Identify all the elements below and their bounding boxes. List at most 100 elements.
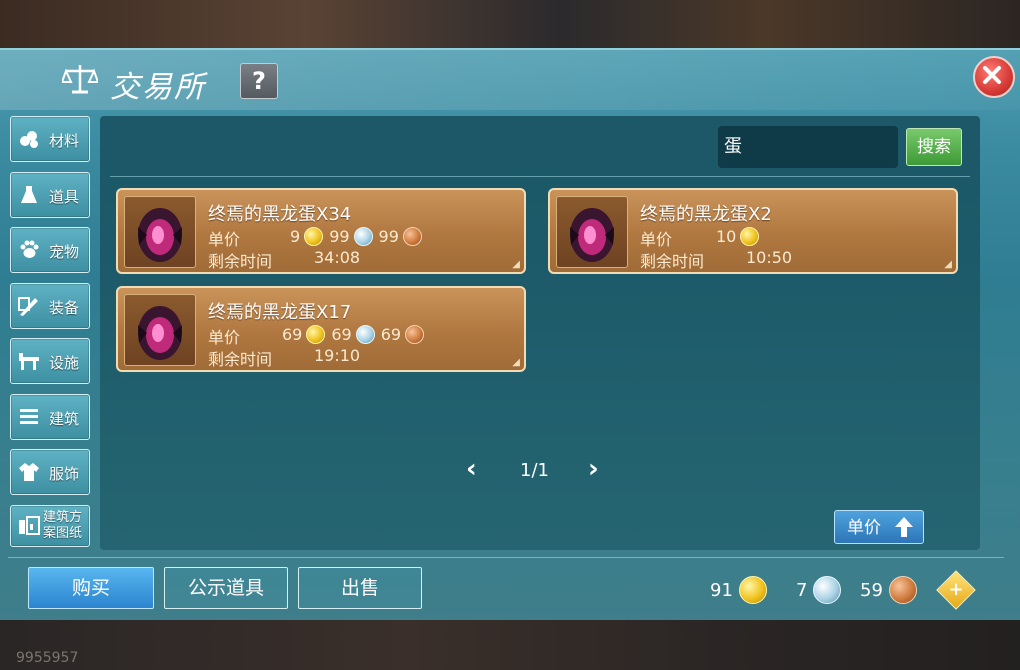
search-button[interactable]: 搜索 (906, 128, 962, 166)
help-button[interactable]: ? (240, 63, 278, 99)
sidebar-item-equipment[interactable]: 装备 (10, 283, 90, 329)
price-row: 9 99 99 (284, 226, 422, 246)
facility-icon (19, 353, 39, 370)
gold-amount: 69 (282, 324, 303, 344)
scale-icon (62, 65, 98, 94)
copper-amount: 69 (380, 324, 402, 344)
sidebar-item-label: 设施 (49, 354, 80, 372)
corner-mark-icon: ◢ (512, 357, 520, 368)
listing-card[interactable]: 终焉的黑龙蛋X34 单价 9 99 99 剩余时间 34:08 ◢ (116, 188, 526, 274)
gold-coin-icon (306, 324, 326, 344)
copper-balance: 59 (860, 576, 917, 604)
divider (110, 176, 970, 177)
window-title: 交易所 (110, 70, 206, 105)
sidebar-item-blueprint[interactable]: 建筑方案图纸 (10, 505, 90, 547)
plus-icon: + (948, 579, 964, 600)
time-remaining-value: 19:10 (314, 346, 361, 365)
building-icon (20, 409, 38, 424)
time-remaining-value: 34:08 (314, 248, 361, 267)
silver-balance: 7 (796, 576, 842, 604)
item-thumbnail (556, 196, 628, 268)
sort-label: 单价 (847, 518, 881, 538)
time-remaining-label: 剩余时间 (640, 252, 705, 271)
sidebar-item-label: 建筑方案图纸 (43, 510, 83, 541)
blueprint-icon (19, 516, 40, 535)
sidebar-item-label: 道具 (49, 188, 80, 206)
sort-by-unit-price-button[interactable]: 单价 (834, 510, 924, 544)
public-items-button[interactable]: 公示道具 (164, 567, 288, 609)
dragon-egg-icon (138, 306, 182, 360)
gold-balance: 91 (710, 576, 767, 604)
corner-mark-icon: ◢ (512, 259, 520, 270)
search-input[interactable]: 蛋 (718, 126, 898, 168)
listing-panel: 蛋 搜索 终焉的黑龙蛋X34 单价 9 99 99 剩余时间 34:08 ◢ 终… (100, 116, 980, 550)
sidebar-item-label: 服饰 (49, 465, 80, 483)
title-bar: 交易所 ? (0, 50, 1020, 110)
copper-coin-icon (402, 226, 422, 246)
listing-card[interactable]: 终焉的黑龙蛋X17 单价 69 69 69 剩余时间 19:10 ◢ (116, 286, 526, 372)
item-thumbnail (124, 196, 196, 268)
gold-coin-icon (738, 576, 767, 604)
material-icon (20, 131, 38, 148)
buy-button[interactable]: 购买 (28, 567, 154, 609)
sidebar-item-pet[interactable]: 宠物 (10, 227, 90, 273)
sell-button[interactable]: 出售 (298, 567, 422, 609)
corner-mark-icon: ◢ (944, 259, 952, 270)
sidebar-item-clothing[interactable]: 服饰 (10, 449, 90, 495)
sort-arrow-icon (895, 517, 913, 537)
sidebar-item-label: 装备 (49, 299, 80, 317)
sidebar-item-label: 材料 (49, 132, 80, 150)
item-name: 终焉的黑龙蛋X34 (208, 204, 352, 225)
silver-coin-icon (355, 324, 375, 344)
price-label: 单价 (208, 230, 241, 249)
dragon-egg-icon (570, 208, 614, 262)
silver-balance-value: 7 (796, 579, 808, 601)
item-thumbnail (124, 294, 196, 366)
item-name: 终焉的黑龙蛋X2 (640, 204, 772, 225)
close-icon (983, 66, 1001, 84)
silver-coin-icon (813, 576, 842, 604)
sidebar-item-label: 建筑 (49, 410, 80, 428)
dragon-egg-icon (138, 208, 182, 262)
sidebar-item-items[interactable]: 道具 (10, 172, 90, 218)
divider (8, 557, 1004, 558)
copper-coin-icon (888, 576, 917, 604)
background-scene-top (0, 0, 1020, 52)
price-label: 单价 (208, 328, 241, 347)
gold-amount: 10 (716, 226, 737, 246)
item-name: 终焉的黑龙蛋X17 (208, 302, 352, 323)
item-icon (21, 186, 37, 203)
sidebar-item-label: 宠物 (49, 243, 80, 261)
sidebar-item-building[interactable]: 建筑 (10, 394, 90, 440)
price-label: 单价 (640, 230, 673, 249)
copper-balance-value: 59 (860, 579, 883, 601)
player-id: 9955957 (16, 650, 79, 666)
sidebar-item-facility[interactable]: 设施 (10, 338, 90, 384)
pet-icon (20, 240, 39, 258)
silver-amount: 69 (331, 324, 352, 344)
gold-coin-icon (304, 226, 324, 246)
price-row: 10 (710, 226, 760, 246)
listing-card[interactable]: 终焉的黑龙蛋X2 单价 10 剩余时间 10:50 ◢ (548, 188, 958, 274)
add-currency-button[interactable]: + (936, 570, 976, 610)
background-scene-bottom (0, 620, 1020, 670)
close-button[interactable] (973, 56, 1015, 98)
page-next-button[interactable]: › (588, 454, 599, 484)
copper-coin-icon (405, 324, 425, 344)
page-indicator: 1/1 (520, 460, 549, 481)
gold-balance-value: 91 (710, 579, 733, 601)
sidebar-item-material[interactable]: 材料 (10, 116, 90, 162)
exchange-window: 交易所 ? 材料 道具 宠物 装备 设施 建筑 服饰 建筑方案图纸 蛋 搜索 终… (0, 48, 1020, 623)
gold-coin-icon (740, 226, 760, 246)
copper-amount: 99 (378, 226, 399, 246)
gold-amount: 9 (290, 226, 301, 246)
silver-amount: 99 (329, 226, 350, 246)
price-row: 69 69 69 (276, 324, 425, 344)
time-remaining-value: 10:50 (746, 248, 793, 267)
time-remaining-label: 剩余时间 (208, 252, 273, 271)
page-prev-button[interactable]: ‹ (466, 454, 477, 484)
equipment-icon (18, 297, 38, 316)
clothing-icon (19, 463, 39, 481)
silver-coin-icon (353, 226, 373, 246)
time-remaining-label: 剩余时间 (208, 350, 273, 369)
